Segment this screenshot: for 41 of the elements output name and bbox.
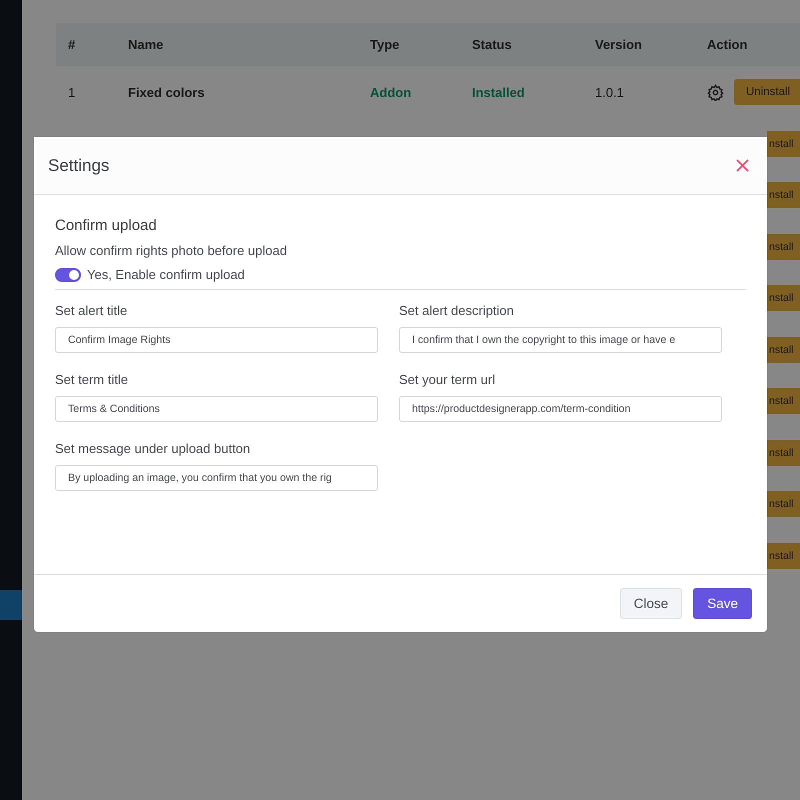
- toggle-switch[interactable]: [55, 268, 81, 282]
- close-button[interactable]: Close: [620, 588, 682, 619]
- field-label: Set alert title: [55, 303, 128, 318]
- field-label: Set alert description: [399, 303, 515, 318]
- section-title: Confirm upload: [55, 217, 158, 234]
- dialog-title: Settings: [48, 156, 110, 176]
- uninstall-button[interactable]: nstall: [767, 542, 800, 569]
- input-field[interactable]: Terms & Conditions: [55, 396, 378, 422]
- uninstall-button[interactable]: nstall: [767, 130, 800, 157]
- section-hint: Allow confirm rights photo before upload: [55, 243, 288, 258]
- uninstall-button[interactable]: nstall: [767, 285, 800, 312]
- field-label: Set message under upload button: [55, 441, 252, 456]
- column-header: Version: [595, 37, 643, 52]
- settings-icon[interactable]: [707, 84, 724, 100]
- status-label: Installed: [472, 84, 526, 100]
- table-cell-text: 1.0.1: [595, 84, 625, 100]
- uninstall-button[interactable]: nstall: [767, 491, 800, 518]
- column-header: Status: [472, 37, 513, 52]
- uninstall-button[interactable]: nstall: [767, 234, 800, 260]
- uninstall-button[interactable]: nstall: [767, 440, 800, 466]
- addon-name: Fixed colors: [128, 84, 206, 100]
- input-field[interactable]: Confirm Image Rights: [55, 327, 378, 353]
- input-field[interactable]: I confirm that I own the copyright to this image or have e: [399, 327, 722, 353]
- save-button[interactable]: Save: [693, 588, 752, 619]
- uninstall-button[interactable]: Uninstall: [734, 79, 800, 105]
- uninstall-button[interactable]: nstall: [767, 336, 800, 363]
- type-label: Addon: [370, 84, 412, 100]
- column-header: #: [68, 37, 76, 52]
- field-label: Set term title: [55, 372, 129, 387]
- column-header: Type: [370, 37, 400, 52]
- field-label: Set your term url: [399, 372, 496, 387]
- column-header: Action: [707, 37, 748, 52]
- uninstall-button[interactable]: nstall: [767, 182, 800, 208]
- column-header: Name: [128, 37, 164, 52]
- table-cell-text: 1: [68, 84, 76, 100]
- input-field[interactable]: By uploading an image, you confirm that you own the rig: [55, 465, 378, 491]
- uninstall-button[interactable]: nstall: [767, 388, 800, 414]
- toggle-label: Yes, Enable confirm upload: [87, 267, 245, 282]
- close-icon[interactable]: [736, 159, 749, 172]
- input-field[interactable]: https://productdesignerapp.com/term-condition: [399, 396, 722, 422]
- sidebar-toggle[interactable]: [0, 590, 22, 620]
